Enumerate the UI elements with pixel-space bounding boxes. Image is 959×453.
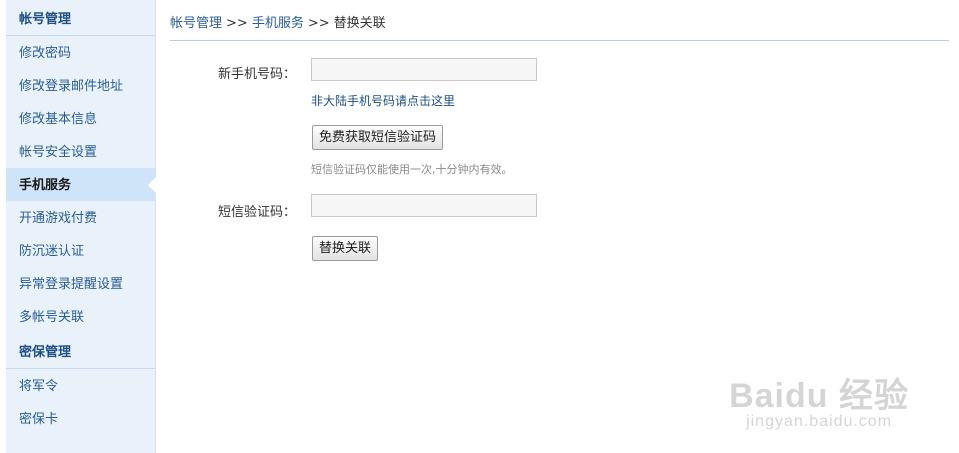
non-mainland-link[interactable]: 非大陆手机号码请点击这里 — [311, 92, 455, 109]
breadcrumb-current: 替换关联 — [333, 16, 386, 31]
sidebar-section-account: 帐号管理 — [6, 0, 155, 36]
get-code-button[interactable]: 免费获取短信验证码 — [312, 125, 444, 150]
sidebar-item-security-card[interactable]: 密保卡 — [6, 402, 155, 435]
breadcrumb-separator: >> — [307, 16, 330, 31]
sidebar: 帐号管理 修改密码 修改登录邮件地址 修改基本信息 帐号安全设置 手机服务 开通… — [6, 0, 156, 453]
sidebar-section-security: 密保管理 — [6, 333, 155, 369]
code-input[interactable] — [311, 194, 537, 217]
sidebar-item-game-payment[interactable]: 开通游戏付费 — [6, 201, 155, 234]
breadcrumb-mobile-service[interactable]: 手机服务 — [252, 16, 304, 31]
sidebar-item-mobile-service[interactable]: 手机服务 — [6, 168, 156, 201]
submit-button[interactable]: 替换关联 — [312, 236, 379, 261]
breadcrumb-separator: >> — [226, 16, 248, 31]
baidu-url: jingyan.baidu.com — [746, 413, 893, 430]
code-label: 短信验证码： — [217, 205, 296, 220]
code-hint: 短信验证码仅能使用一次,十分钟内有效。 — [311, 163, 513, 176]
sidebar-item-login-alert[interactable]: 异常登录提醒设置 — [6, 267, 155, 300]
breadcrumb: 帐号管理 >> 手机服务 >> 替换关联 — [170, 14, 949, 41]
sidebar-item-change-password[interactable]: 修改密码 — [6, 36, 155, 69]
sidebar-item-basic-info[interactable]: 修改基本信息 — [6, 102, 155, 135]
phone-input[interactable] — [311, 58, 537, 81]
sidebar-item-anti-addiction[interactable]: 防沉迷认证 — [6, 234, 155, 267]
sidebar-item-security-settings[interactable]: 帐号安全设置 — [6, 135, 155, 168]
sidebar-item-change-email[interactable]: 修改登录邮件地址 — [6, 69, 155, 102]
sidebar-item-token[interactable]: 将军令 — [6, 369, 155, 402]
phone-label: 新手机号码： — [217, 67, 296, 82]
breadcrumb-account[interactable]: 帐号管理 — [170, 16, 222, 31]
sidebar-item-multi-account[interactable]: 多帐号关联 — [6, 300, 155, 333]
baidu-watermark: Baidu 经验 jingyan.baidu.com — [729, 379, 909, 431]
baidu-logo: Baidu 经验 — [729, 377, 909, 415]
